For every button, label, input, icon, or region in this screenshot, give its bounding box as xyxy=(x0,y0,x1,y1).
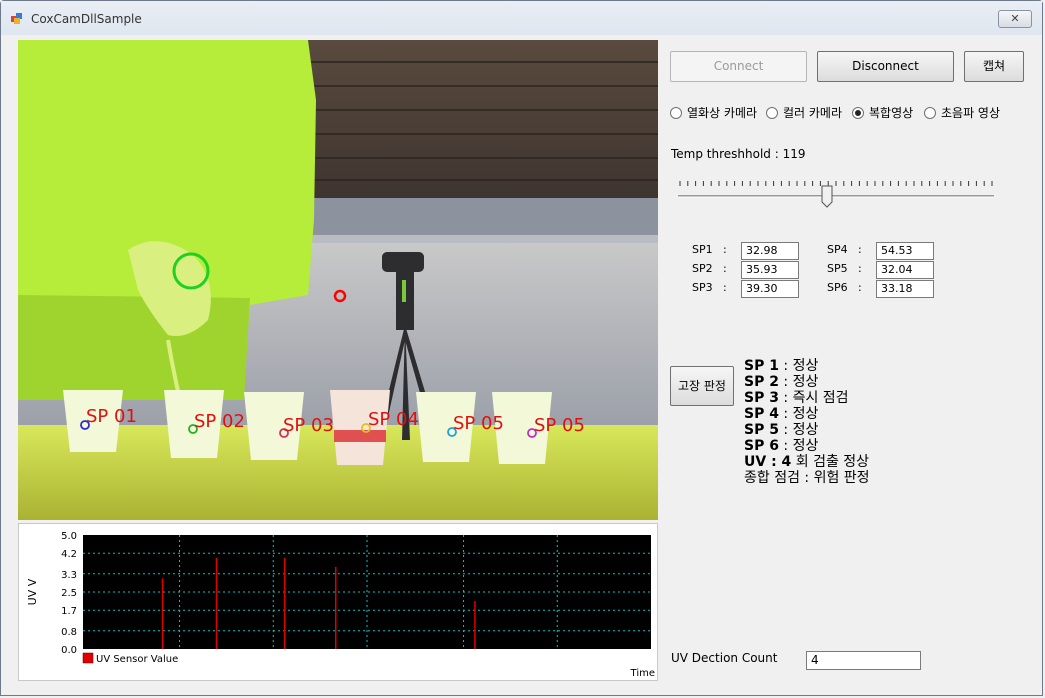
legend-label: UV Sensor Value xyxy=(96,654,178,665)
sp6-label: SP6 xyxy=(827,281,848,294)
y-tick-label: 0.8 xyxy=(61,627,77,638)
sp4-sep: : xyxy=(858,243,862,256)
sp3-field[interactable]: 39.30 xyxy=(741,280,799,298)
y-tick-label: 2.5 xyxy=(61,588,77,599)
video-label-sp04: SP 04 xyxy=(368,409,419,430)
result-line: SP 3 : 즉시 점검 xyxy=(744,390,849,406)
radio-label: 초음파 영상 xyxy=(941,106,1001,120)
result-line-summary: 종합 점검 : 위험 판정 xyxy=(744,470,870,486)
result-line: SP 4 : 정상 xyxy=(744,406,819,422)
legend-swatch xyxy=(82,652,94,664)
camera-view[interactable]: SP 01 SP 02 SP 03 SP 04 SP 05 SP 05 xyxy=(18,40,658,520)
radio-thermal-camera[interactable]: 열화상 카메라 xyxy=(670,104,757,121)
camera-image xyxy=(18,40,658,520)
slider-thumb[interactable] xyxy=(821,185,833,208)
radio-dot-selected xyxy=(852,106,864,119)
result-line: UV : 4 회 검출 정상 xyxy=(744,454,870,470)
disconnect-button[interactable]: Disconnect xyxy=(817,51,954,82)
video-label-sp05b: SP 05 xyxy=(534,415,585,436)
x-axis-label: Time xyxy=(630,668,655,679)
app-icon xyxy=(11,13,22,24)
radio-color-camera[interactable]: 컬러 카메라 xyxy=(766,104,842,121)
radio-label: 복합영상 xyxy=(869,106,914,120)
fault-judge-button[interactable]: 고장 판정 xyxy=(670,366,734,406)
threshold-slider[interactable] xyxy=(674,176,998,210)
sp5-label: SP5 xyxy=(827,262,848,275)
y-tick-label: 0.0 xyxy=(61,645,77,656)
y-tick-label: 3.3 xyxy=(61,570,77,581)
video-label-sp03: SP 03 xyxy=(283,415,334,436)
radio-ultrasonic[interactable]: 초음파 영상 xyxy=(924,104,1000,121)
result-line: SP 2 : 정상 xyxy=(744,374,819,390)
result-line: SP 1 : 정상 xyxy=(744,358,819,374)
title-bar: CoxCamDllSample ✕ xyxy=(1,1,1042,35)
sp1-sep: : xyxy=(723,243,727,256)
sp4-field[interactable]: 54.53 xyxy=(876,242,934,260)
radio-dot xyxy=(924,106,936,119)
uv-count-field[interactable]: 4 xyxy=(806,651,921,670)
radio-composite[interactable]: 복합영상 xyxy=(852,104,913,121)
connect-button[interactable]: Connect xyxy=(670,51,807,82)
sp2-label: SP2 xyxy=(692,262,713,275)
uv-chart: 5.0 4.2 3.3 2.5 1.7 0.8 0.0 UV V UV Sensor Value… xyxy=(26,531,655,679)
result-line: SP 5 : 정상 xyxy=(744,422,819,438)
sp2-field[interactable]: 35.93 xyxy=(741,261,799,279)
uv-chart-panel: 5.0 4.2 3.3 2.5 1.7 0.8 0.0 UV V UV Sensor Value… xyxy=(18,523,658,681)
window-title: CoxCamDllSample xyxy=(31,12,142,26)
close-button[interactable]: ✕ xyxy=(998,10,1032,28)
y-tick-label: 4.2 xyxy=(61,549,77,560)
sp3-sep: : xyxy=(723,281,727,294)
diagnosis-result: SP 1 : 정상 SP 2 : 정상 SP 3 : 즉시 점검 SP 4 : … xyxy=(744,358,870,486)
radio-dot xyxy=(670,106,682,119)
video-label-sp05: SP 05 xyxy=(453,413,504,434)
radio-label: 열화상 카메라 xyxy=(687,106,758,120)
sp6-field[interactable]: 33.18 xyxy=(876,280,934,298)
y-tick-label: 5.0 xyxy=(61,531,77,542)
capture-button[interactable]: 캡쳐 xyxy=(964,51,1024,82)
sp6-sep: : xyxy=(858,281,862,294)
sp5-field[interactable]: 32.04 xyxy=(876,261,934,279)
sp3-label: SP3 xyxy=(692,281,713,294)
camera-mode-group: 열화상 카메라 컬러 카메라 복합영상 초음파 영상 xyxy=(670,104,1040,122)
result-line: SP 6 : 정상 xyxy=(744,438,819,454)
video-label-sp01: SP 01 xyxy=(86,406,137,427)
sp2-sep: : xyxy=(723,262,727,275)
sp5-sep: : xyxy=(858,262,862,275)
radio-dot xyxy=(766,106,778,119)
sp1-label: SP1 xyxy=(692,243,713,256)
sp4-label: SP4 xyxy=(827,243,848,256)
video-label-sp02: SP 02 xyxy=(194,411,245,432)
y-tick-label: 1.7 xyxy=(61,606,77,617)
sp1-field[interactable]: 32.98 xyxy=(741,242,799,260)
y-axis-label: UV V xyxy=(26,578,39,605)
threshold-label: Temp threshhold : 119 xyxy=(671,147,806,161)
radio-label: 컬러 카메라 xyxy=(783,106,843,120)
uv-count-label: UV Dection Count xyxy=(671,651,778,665)
